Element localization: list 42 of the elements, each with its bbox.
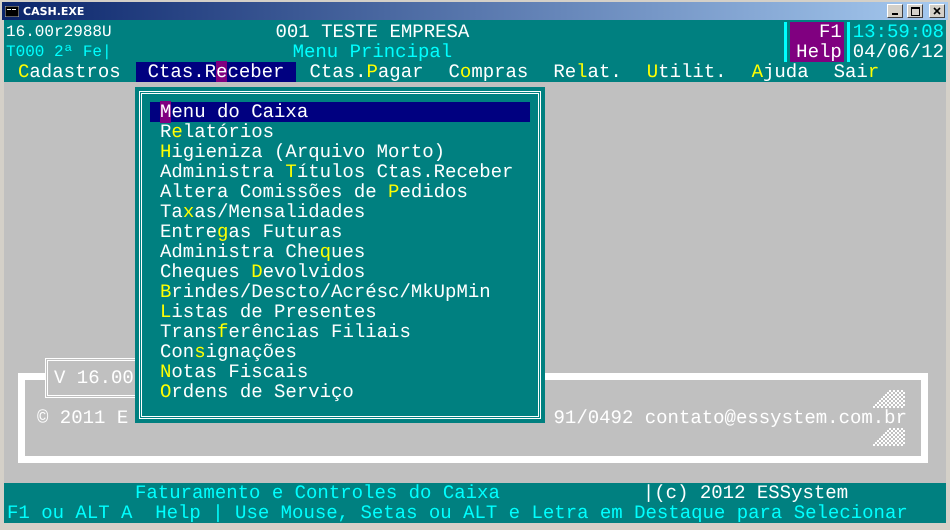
dropdown-menu-item[interactable]: Cheques Devolvidos — [150, 262, 530, 282]
dropdown-menu-item[interactable]: Entregas Futuras — [150, 222, 530, 242]
dropdown-menu-item[interactable]: Listas de Presentes — [150, 302, 530, 322]
terminal-label: T000 2ª Fe| — [5, 42, 113, 62]
dropdown-menu-item[interactable]: Menu do Caixa — [150, 102, 530, 122]
menu-bar-item[interactable]: Cadastros — [8, 62, 131, 82]
help-button[interactable]: F1 Help — [790, 22, 844, 62]
dropdown-menu-item[interactable]: Transferências Filiais — [150, 322, 530, 342]
menu-bar-item[interactable]: Compras — [438, 62, 538, 82]
menu-bar-item[interactable]: Ctas.Receber — [136, 62, 296, 82]
maximize-icon — [910, 6, 920, 16]
copyright-text: © 2011 E — [37, 408, 128, 428]
dropdown-menu-item[interactable]: Higieniza (Arquivo Morto) — [150, 142, 530, 162]
console-icon — [5, 6, 19, 16]
menu-bar-item[interactable]: Utilit. — [636, 62, 737, 82]
dropdown-menu-item[interactable]: Taxas/Mensalidades — [150, 202, 530, 222]
screen-title: Menu Principal — [292, 42, 454, 62]
company-name: 001 TESTE EMPRESA — [274, 22, 470, 42]
dropdown-menu-item[interactable]: Consignações — [150, 342, 530, 362]
menu-bar-item[interactable]: Ajuda — [742, 62, 819, 82]
close-button[interactable] — [929, 4, 945, 18]
clock-time: 13:59:08 — [852, 22, 944, 42]
status-hint: F1 ou ALT A Help | Use Mouse, Setas ou ALT e Letra em Destaque para Selecionar — [6, 503, 908, 523]
dropdown-menu-item[interactable]: Brindes/Descto/Acrésc/MkUpMin — [150, 282, 530, 302]
dropdown-menu-item[interactable]: Administra Títulos Ctas.Receber — [150, 162, 530, 182]
dropdown-menu-item[interactable]: Relatórios — [150, 122, 530, 142]
contact-text: 91/0492 contato@essystem.com.br — [554, 408, 907, 428]
status-description: Faturamento e Controles do Caixa — [134, 483, 500, 503]
dropdown-menu-item[interactable]: Altera Comissões de Pedidos — [150, 182, 530, 202]
build-number: 16.00r2988U — [5, 22, 113, 42]
close-icon — [933, 7, 941, 15]
current-date: 04/06/12 — [852, 42, 944, 62]
menu-bar-item[interactable]: Relat. — [543, 62, 632, 82]
minimize-button[interactable] — [887, 4, 903, 18]
maximize-button[interactable] — [907, 4, 923, 18]
dropdown-menu-item[interactable]: Notas Fiscais — [150, 362, 530, 382]
status-copyright: |(c) 2012 ESSystem — [642, 483, 848, 503]
window-title: CASH.EXE — [23, 4, 84, 18]
menu-bar-item[interactable]: Sair — [824, 62, 890, 82]
dropdown-menu-item[interactable]: Ordens de Serviço — [150, 382, 530, 402]
menu-bar-item[interactable]: Ctas.Pagar — [299, 62, 434, 82]
dropdown-menu-item[interactable]: Administra Cheques — [150, 242, 530, 262]
